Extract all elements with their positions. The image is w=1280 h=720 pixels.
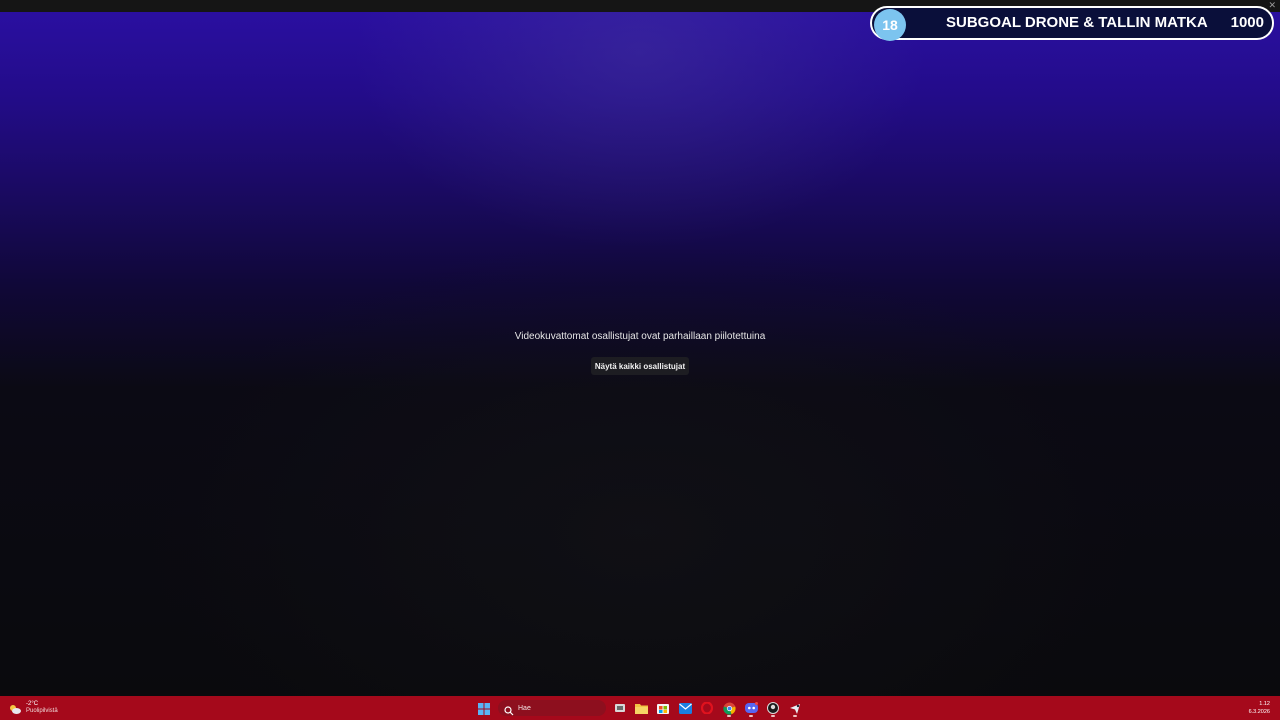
clock-date: 6.3.2026 <box>1248 709 1270 715</box>
running-indicator <box>727 715 731 717</box>
subgoal-overlay: 18 SUBGOAL DRONE & TALLIN MATKA 1000 <box>870 6 1274 41</box>
task-view-icon[interactable] <box>612 700 628 716</box>
weather-widget[interactable]: -2°C Puolipilvistä <box>8 699 58 717</box>
taskbar-clock[interactable]: 1.12 6.3.2026 <box>1249 700 1270 716</box>
running-indicator <box>749 715 753 717</box>
microsoft-store-icon[interactable] <box>655 700 671 716</box>
github-icon[interactable] <box>765 700 781 717</box>
video-call-stage <box>0 12 1280 696</box>
close-icon[interactable]: ✕ <box>1268 0 1276 10</box>
desktop-screen: 18 SUBGOAL DRONE & TALLIN MATKA 1000 ✕ V… <box>0 0 1280 720</box>
running-indicator <box>793 715 797 717</box>
steam-icon[interactable] <box>787 700 803 717</box>
goal-title: SUBGOAL DRONE & TALLIN MATKA <box>946 14 1208 31</box>
running-indicator <box>771 715 775 717</box>
weather-description: Puolipilvistä <box>26 708 58 714</box>
chrome-icon[interactable] <box>721 700 737 717</box>
file-explorer-icon[interactable] <box>633 700 649 716</box>
opera-icon[interactable] <box>699 700 715 716</box>
goal-count-badge: 18 <box>874 9 906 41</box>
taskbar-search[interactable] <box>498 700 606 716</box>
clock-time: 1.12 <box>1259 701 1270 707</box>
partly-cloudy-icon <box>8 702 22 714</box>
weather-temperature: -2°C <box>26 701 39 707</box>
windows-start-icon[interactable] <box>478 702 490 715</box>
show-all-participants-button[interactable]: Näytä kaikki osallistujat <box>591 357 689 375</box>
mail-icon[interactable] <box>677 700 693 716</box>
hidden-participants-notice: Videokuvattomat osallistujat ovat parhai… <box>514 331 766 342</box>
discord-icon[interactable] <box>743 700 759 717</box>
goal-target: 1000 <box>1230 14 1264 31</box>
search-icon <box>504 703 514 716</box>
search-input[interactable] <box>518 704 598 712</box>
